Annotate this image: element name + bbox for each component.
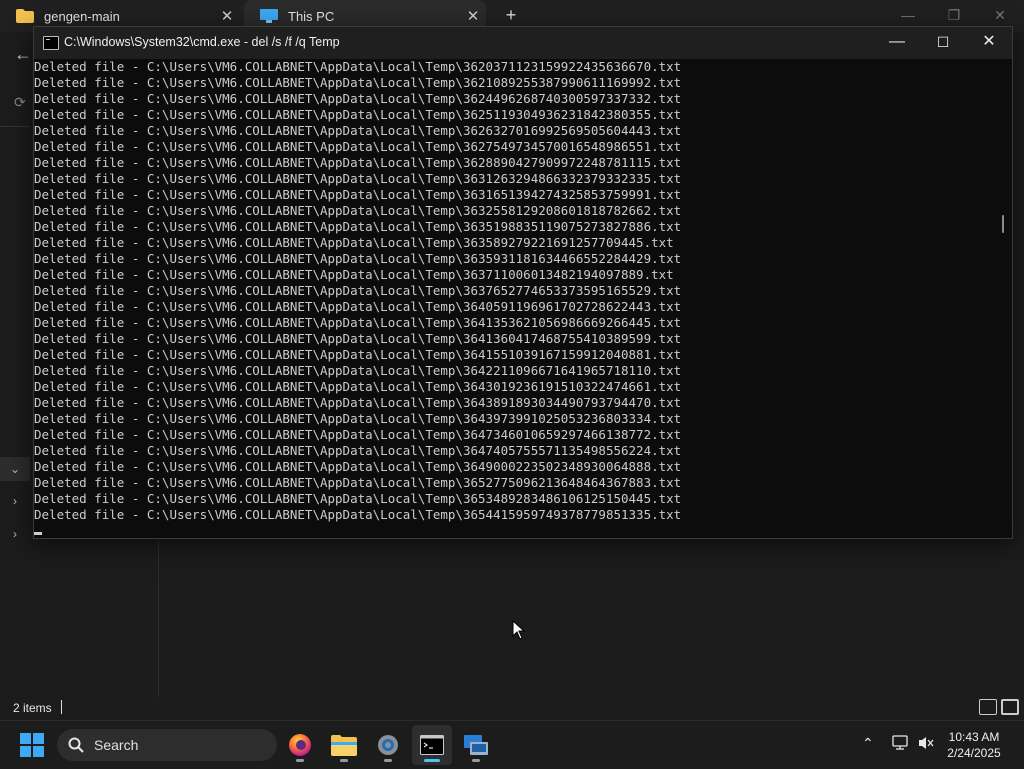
monitor-icon (260, 9, 278, 23)
console-line: Deleted file - C:\Users\VM6.COLLABNET\Ap… (34, 171, 682, 186)
window-title: C:\Windows\System32\cmd.exe - del /s /f … (64, 35, 340, 49)
item-count: 2 items (13, 701, 52, 715)
taskbar-remote-desktop[interactable] (456, 725, 496, 765)
status-separator (61, 700, 62, 714)
system-clock[interactable]: 10:43 AM 2/24/2025 (930, 729, 1018, 761)
cmd-icon (43, 36, 59, 50)
settings-icon (378, 735, 398, 755)
taskbar: Search ⌃ 10:43 AM 2/24/2025 (0, 720, 1024, 769)
close-button[interactable]: ✕ (966, 27, 1012, 59)
maximize-button[interactable]: ☐ (920, 27, 966, 59)
scrollbar[interactable] (996, 59, 1012, 538)
running-indicator (472, 759, 480, 762)
console-line: Deleted file - C:\Users\VM6.COLLABNET\Ap… (34, 443, 682, 458)
running-indicator (340, 759, 348, 762)
back-arrow-icon[interactable]: ← (14, 44, 32, 65)
console-line: Deleted file - C:\Users\VM6.COLLABNET\Ap… (34, 491, 682, 506)
tab-close-button[interactable]: ✕ (460, 7, 486, 25)
active-indicator (424, 759, 440, 762)
console-line: Deleted file - C:\Users\VM6.COLLABNET\Ap… (34, 411, 682, 426)
console-line: Deleted file - C:\Users\VM6.COLLABNET\Ap… (34, 91, 682, 106)
console-line: Deleted file - C:\Users\VM6.COLLABNET\Ap… (34, 235, 674, 250)
taskbar-cmd[interactable] (412, 725, 452, 765)
console-line: Deleted file - C:\Users\VM6.COLLABNET\Ap… (34, 379, 682, 394)
file-explorer-icon (331, 735, 357, 756)
status-bar: 2 items (0, 697, 1024, 720)
chevron-down-icon[interactable]: ⌄ (0, 457, 30, 481)
console-line: Deleted file - C:\Users\VM6.COLLABNET\Ap… (34, 283, 682, 298)
console-line: Deleted file - C:\Users\VM6.COLLABNET\Ap… (34, 315, 682, 330)
console-line: Deleted file - C:\Users\VM6.COLLABNET\Ap… (34, 475, 682, 490)
minimize-button[interactable]: — (874, 27, 920, 59)
console-line: Deleted file - C:\Users\VM6.COLLABNET\Ap… (34, 123, 682, 138)
console-line: Deleted file - C:\Users\VM6.COLLABNET\Ap… (34, 267, 674, 282)
running-indicator (384, 759, 392, 762)
clock-time: 10:43 AM (948, 730, 1000, 744)
search-icon (68, 737, 84, 753)
console-line: Deleted file - C:\Users\VM6.COLLABNET\Ap… (34, 299, 682, 314)
taskbar-firefox[interactable] (280, 725, 320, 765)
folder-icon (16, 9, 34, 23)
tiles-view-button[interactable] (1001, 699, 1019, 715)
console-line: Deleted file - C:\Users\VM6.COLLABNET\Ap… (34, 75, 682, 90)
console-line: Deleted file - C:\Users\VM6.COLLABNET\Ap… (34, 363, 682, 378)
firefox-icon (289, 734, 311, 756)
console-line: Deleted file - C:\Users\VM6.COLLABNET\Ap… (34, 331, 682, 346)
console-line: Deleted file - C:\Users\VM6.COLLABNET\Ap… (34, 427, 682, 442)
clock-date: 2/24/2025 (947, 746, 1001, 760)
mouse-pointer-icon (512, 620, 526, 640)
console-line: Deleted file - C:\Users\VM6.COLLABNET\Ap… (34, 139, 682, 154)
console-line: Deleted file - C:\Users\VM6.COLLABNET\Ap… (34, 251, 682, 266)
taskbar-search[interactable]: Search (57, 729, 277, 761)
refresh-icon[interactable]: ⟳ (14, 94, 26, 111)
chevron-right-icon[interactable]: › (0, 489, 30, 513)
running-indicator (296, 759, 304, 762)
text-cursor (34, 532, 42, 535)
taskbar-file-explorer[interactable] (324, 725, 364, 765)
tab-label: This PC (288, 8, 335, 24)
console-line: Deleted file - C:\Users\VM6.COLLABNET\Ap… (34, 107, 682, 122)
console-line: Deleted file - C:\Users\VM6.COLLABNET\Ap… (34, 507, 682, 522)
console-line: Deleted file - C:\Users\VM6.COLLABNET\Ap… (34, 459, 682, 474)
tab-label: gengen-main (44, 8, 120, 24)
network-icon[interactable] (892, 735, 910, 751)
details-view-button[interactable] (979, 699, 997, 715)
new-tab-button[interactable]: + (500, 4, 522, 26)
chevron-right-icon[interactable]: › (0, 522, 30, 546)
start-button[interactable] (20, 733, 44, 757)
console-line: Deleted file - C:\Users\VM6.COLLABNET\Ap… (34, 347, 682, 362)
remote-desktop-icon (464, 735, 488, 755)
console-line: Deleted file - C:\Users\VM6.COLLABNET\Ap… (34, 203, 682, 218)
console-line: Deleted file - C:\Users\VM6.COLLABNET\Ap… (34, 395, 682, 410)
scrollbar-thumb[interactable] (1002, 215, 1004, 233)
console-line: Deleted file - C:\Users\VM6.COLLABNET\Ap… (34, 155, 682, 170)
cmd-window[interactable]: C:\Windows\System32\cmd.exe - del /s /f … (33, 26, 1013, 539)
terminal-icon (420, 735, 444, 755)
console-line: Deleted file - C:\Users\VM6.COLLABNET\Ap… (34, 187, 682, 202)
tab-close-button[interactable]: ✕ (214, 7, 240, 25)
taskbar-settings[interactable] (368, 725, 408, 765)
show-hidden-icons-chevron-icon[interactable]: ⌃ (862, 735, 874, 752)
console-line: Deleted file - C:\Users\VM6.COLLABNET\Ap… (34, 219, 682, 234)
search-placeholder: Search (94, 737, 139, 753)
cmd-title-bar[interactable]: C:\Windows\System32\cmd.exe - del /s /f … (34, 27, 1012, 59)
console-line: Deleted file - C:\Users\VM6.COLLABNET\Ap… (34, 59, 682, 74)
console-output[interactable]: Deleted file - C:\Users\VM6.COLLABNET\Ap… (34, 59, 994, 538)
